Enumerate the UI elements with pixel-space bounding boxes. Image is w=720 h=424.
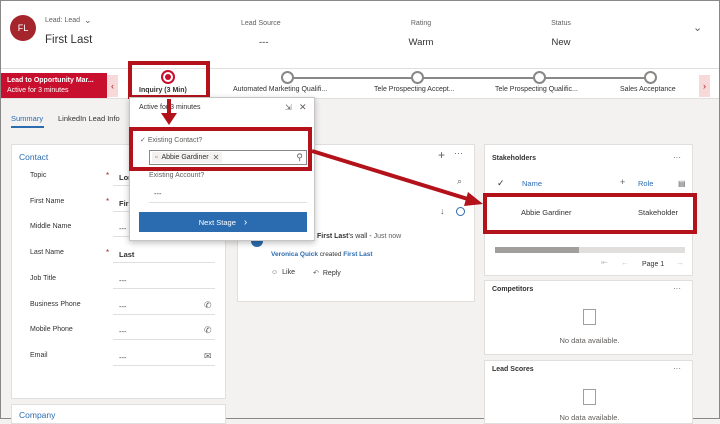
annotation-arrows	[161, 99, 483, 206]
arrow-contact-to-stakeholder	[311, 149, 483, 206]
arrow-stage-to-flyout	[161, 99, 177, 125]
